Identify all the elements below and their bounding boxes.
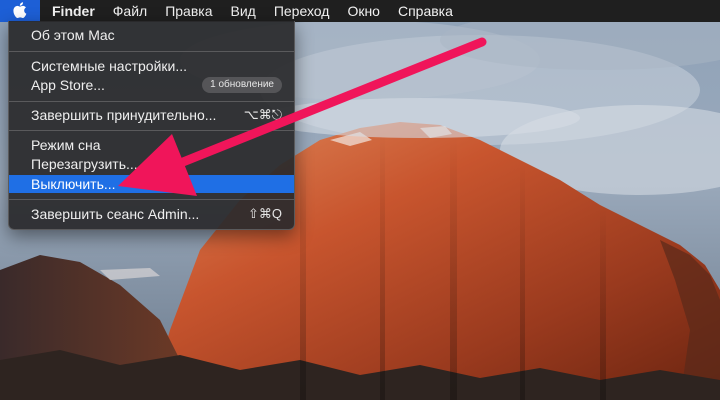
menu-item-about-mac[interactable]: Об этом Mac	[9, 26, 294, 44]
menu-separator	[9, 51, 294, 52]
menu-separator	[9, 101, 294, 102]
menu-item-system-preferences[interactable]: Системные настройки...	[9, 57, 294, 75]
update-badge: 1 обновление	[202, 77, 282, 93]
apple-menu-button[interactable]	[0, 0, 40, 22]
menu-edit[interactable]: Правка	[156, 0, 221, 22]
menu-separator	[9, 199, 294, 200]
menu-file[interactable]: Файл	[104, 0, 156, 22]
menu-window[interactable]: Окно	[338, 0, 389, 22]
menu-separator	[9, 130, 294, 131]
menu-item-shutdown[interactable]: Выключить...	[9, 175, 294, 193]
menu-item-label: Завершить принудительно...	[31, 107, 217, 123]
menu-item-sleep[interactable]: Режим сна	[9, 136, 294, 154]
menu-item-app-store[interactable]: App Store... 1 обновление	[9, 76, 294, 94]
apple-logo-icon	[13, 1, 27, 21]
menu-go[interactable]: Переход	[265, 0, 339, 22]
menu-item-label: Об этом Mac	[31, 27, 115, 43]
menu-finder[interactable]: Finder	[40, 0, 104, 22]
menu-item-logout[interactable]: Завершить сеанс Admin... ⇧⌘Q	[9, 205, 294, 223]
menu-item-label: Перезагрузить...	[31, 156, 138, 172]
menu-view[interactable]: Вид	[222, 0, 265, 22]
keyboard-shortcut: ⇧⌘Q	[247, 206, 282, 221]
menu-item-label: App Store...	[31, 77, 105, 93]
menu-item-restart[interactable]: Перезагрузить...	[9, 155, 294, 173]
menu-help[interactable]: Справка	[389, 0, 462, 22]
apple-dropdown-menu: Об этом Mac Системные настройки... App S…	[8, 21, 295, 230]
keyboard-shortcut: ⌥⌘⎋	[243, 107, 282, 122]
menu-item-label: Режим сна	[31, 137, 101, 153]
menu-item-force-quit[interactable]: Завершить принудительно... ⌥⌘⎋	[9, 106, 294, 124]
menu-item-label: Системные настройки...	[31, 58, 188, 74]
menu-item-label: Завершить сеанс Admin...	[31, 206, 200, 222]
menu-item-label: Выключить...	[31, 176, 116, 192]
menu-bar: Finder Файл Правка Вид Переход Окно Спра…	[0, 0, 720, 22]
